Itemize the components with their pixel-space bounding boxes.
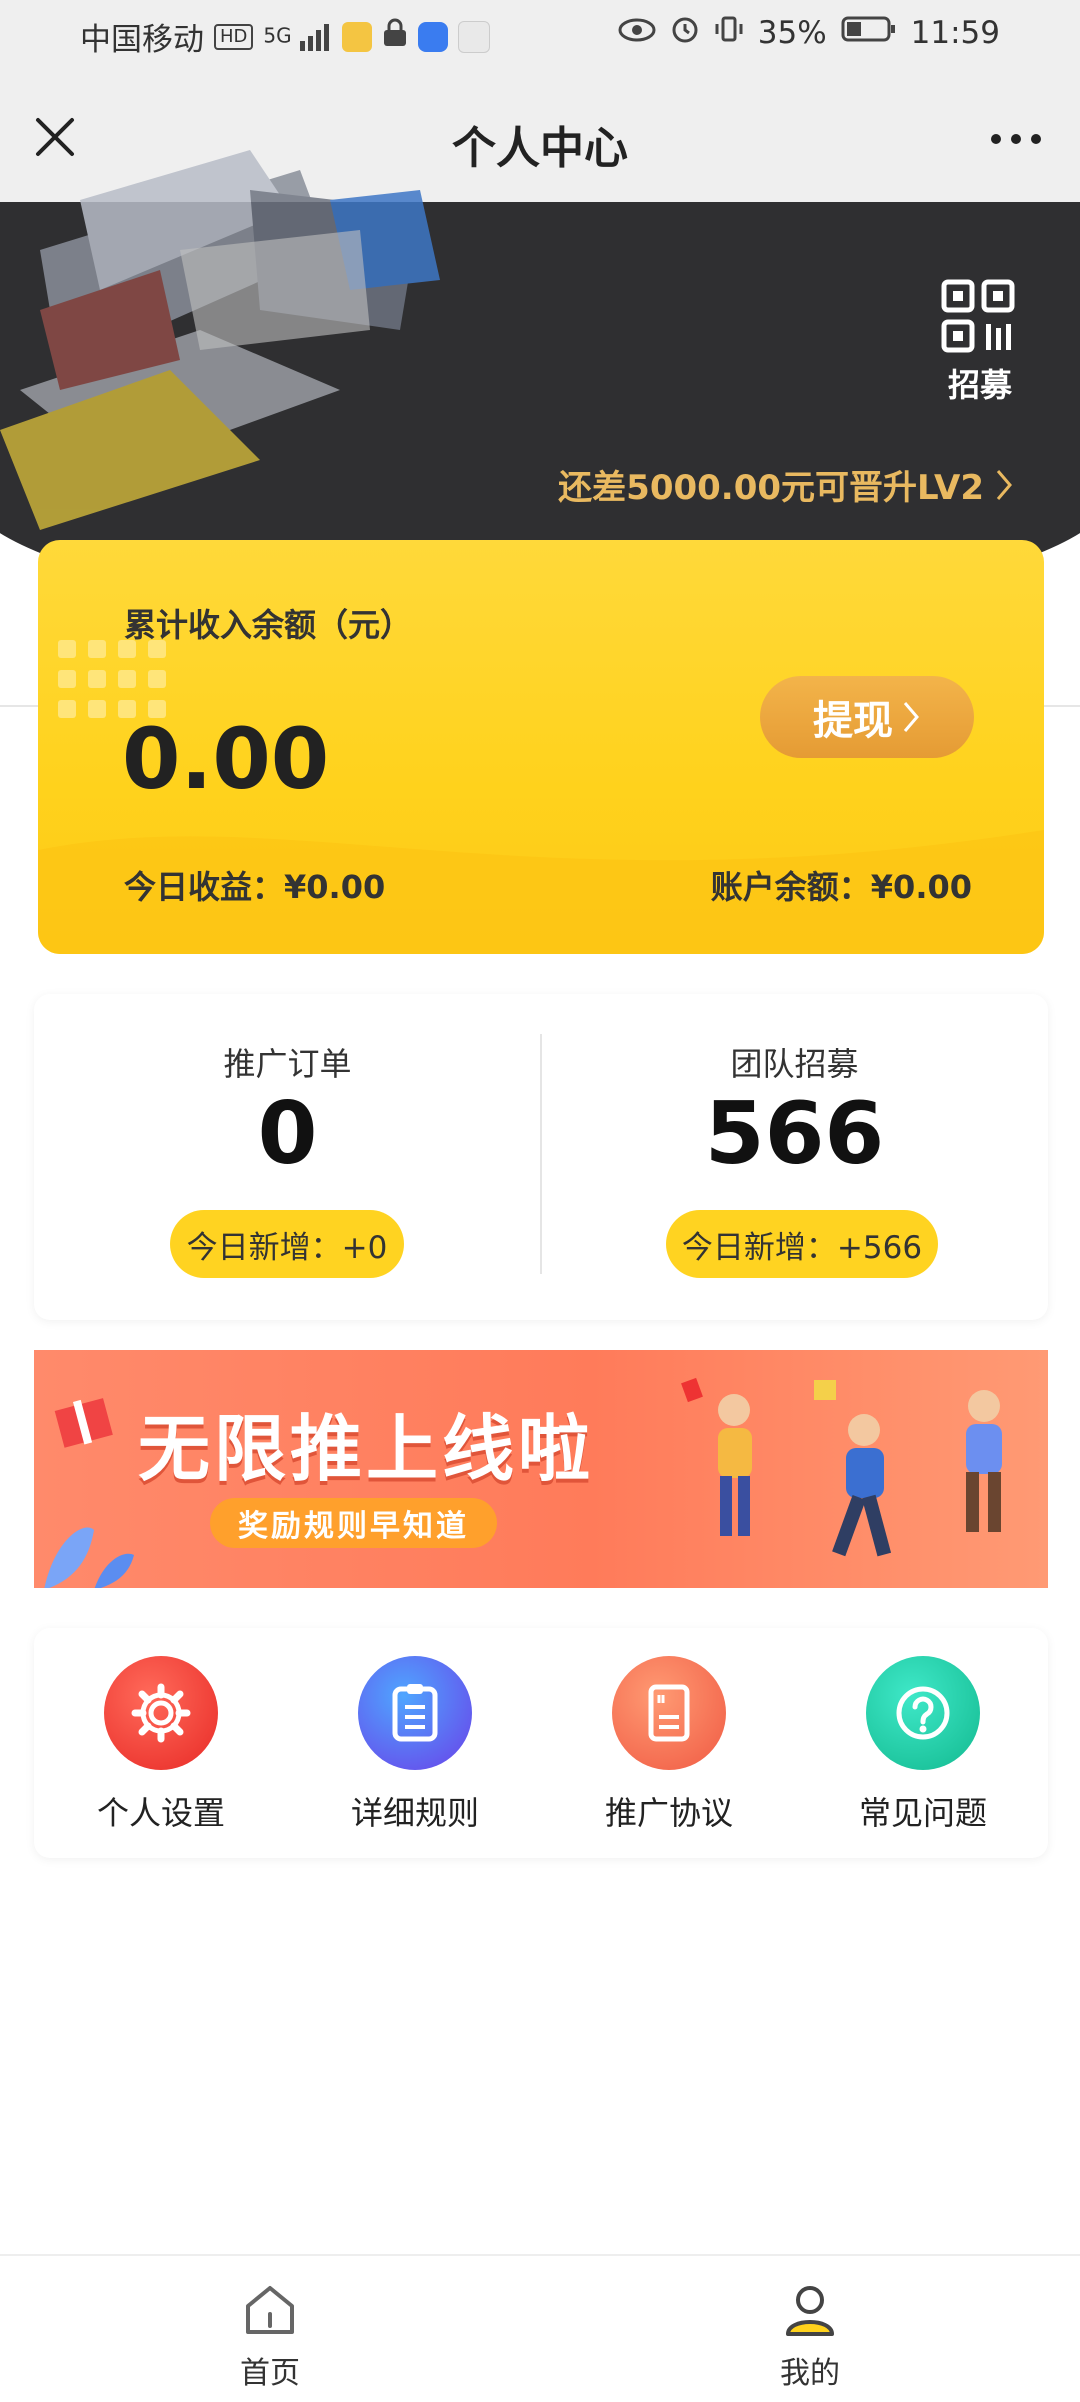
battery-icon (841, 14, 897, 52)
app-notification-icon (342, 21, 372, 52)
stat-value: 566 (704, 1084, 885, 1184)
redacted-avatar-scribble (0, 150, 440, 530)
account-balance-value: ¥0.00 (870, 868, 972, 906)
stat-promotion-orders[interactable]: 推广订单 0 今日新增：+0 (34, 994, 541, 1320)
today-earnings-label: 今日收益： (124, 868, 285, 906)
signal-label: 5G (263, 23, 292, 47)
menu-item-promotion-agreement[interactable]: 推广协议 (542, 1628, 796, 1858)
eye-icon (618, 15, 656, 51)
tab-label: 首页 (240, 2356, 300, 2391)
menu-item-label: 个人设置 (96, 1794, 225, 1832)
menu-item-label: 常见问题 (858, 1794, 987, 1832)
home-icon (246, 2286, 294, 2334)
withdraw-label: 提现 (813, 698, 893, 744)
upgrade-link[interactable]: 还差5000.00元可晋升LV2 (558, 460, 1014, 509)
tab-label: 我的 (780, 2356, 840, 2391)
banner-title: 无限推上线啦 (138, 1407, 595, 1491)
feature-menu: 个人设置 详细规则 推广协议 常见问题 (34, 1628, 1048, 1858)
stat-today-badge: 今日新增：+566 (666, 1210, 938, 1278)
status-right: 35% 11:59 (618, 14, 1000, 52)
stat-value: 0 (257, 1084, 318, 1184)
qr-code-icon[interactable] (940, 278, 1016, 354)
today-earnings: 今日收益：¥0.00 (124, 862, 385, 908)
status-left: 中国移动 HD 5G (80, 14, 490, 59)
recruit-label[interactable]: 招募 (925, 360, 1035, 406)
tab-home[interactable]: 首页 (0, 2256, 540, 2402)
account-balance-label: 账户余额： (710, 868, 871, 906)
withdraw-button[interactable]: 提现 (760, 676, 974, 758)
upgrade-text: 还差5000.00元可晋升LV2 (558, 468, 984, 508)
cumulative-income-value: 0.00 (122, 710, 330, 808)
stat-today-badge: 今日新增：+0 (170, 1210, 404, 1278)
alarm-icon (670, 14, 700, 52)
stat-team-recruit[interactable]: 团队招募 566 今日新增：+566 (541, 994, 1048, 1320)
document-icon (358, 1656, 472, 1770)
menu-item-personal-settings[interactable]: 个人设置 (34, 1628, 288, 1858)
lock-icon (382, 18, 408, 56)
stat-label: 团队招募 (730, 1045, 859, 1083)
chevron-right-icon (903, 702, 919, 732)
more-icon[interactable] (986, 124, 1046, 154)
banner-subtitle: 奖励规则早知道 (210, 1498, 497, 1548)
signal-icon: 5G (263, 23, 332, 51)
status-bar: 中国移动 HD 5G 35% 11:59 (0, 0, 1080, 72)
cumulative-income-label: 累计收入余额（元） (124, 606, 413, 644)
tab-profile[interactable]: 我的 (540, 2256, 1080, 2402)
today-earnings-value: ¥0.00 (284, 868, 386, 906)
contract-icon (612, 1656, 726, 1770)
battery-percent: 35% (757, 15, 827, 51)
menu-item-label: 推广协议 (604, 1794, 733, 1832)
banner-gift-icon (54, 1398, 113, 1448)
banner-people-illustration (681, 1377, 1002, 1557)
clock-time: 11:59 (910, 15, 1000, 51)
promo-banner[interactable]: 无限推上线啦 奖励规则早知道 (34, 1350, 1048, 1588)
profile-icon (786, 2286, 834, 2336)
menu-item-label: 详细规则 (350, 1794, 479, 1832)
translate-icon (458, 20, 490, 53)
account-balance: 账户余额：¥0.00 (711, 862, 972, 908)
question-icon (866, 1656, 980, 1770)
earnings-card: 累计收入余额（元） 0.00 提现 今日收益：¥0.00 账户余额：¥0.00 (38, 540, 1044, 954)
menu-item-detailed-rules[interactable]: 详细规则 (288, 1628, 542, 1858)
bottom-tab-bar: 首页 我的 (0, 2254, 1080, 2402)
menu-item-faq[interactable]: 常见问题 (796, 1628, 1050, 1858)
carrier-label: 中国移动 (80, 22, 204, 58)
shield-icon (418, 21, 448, 52)
hd-badge: HD (214, 23, 254, 50)
vibrate-icon (714, 14, 744, 52)
banner-leaf-decoration (44, 1527, 134, 1588)
chevron-right-icon (996, 469, 1012, 500)
stat-label: 推广订单 (223, 1045, 352, 1083)
stats-card: 推广订单 0 今日新增：+0 团队招募 566 今日新增：+566 (34, 994, 1048, 1320)
gear-icon (104, 1656, 218, 1770)
